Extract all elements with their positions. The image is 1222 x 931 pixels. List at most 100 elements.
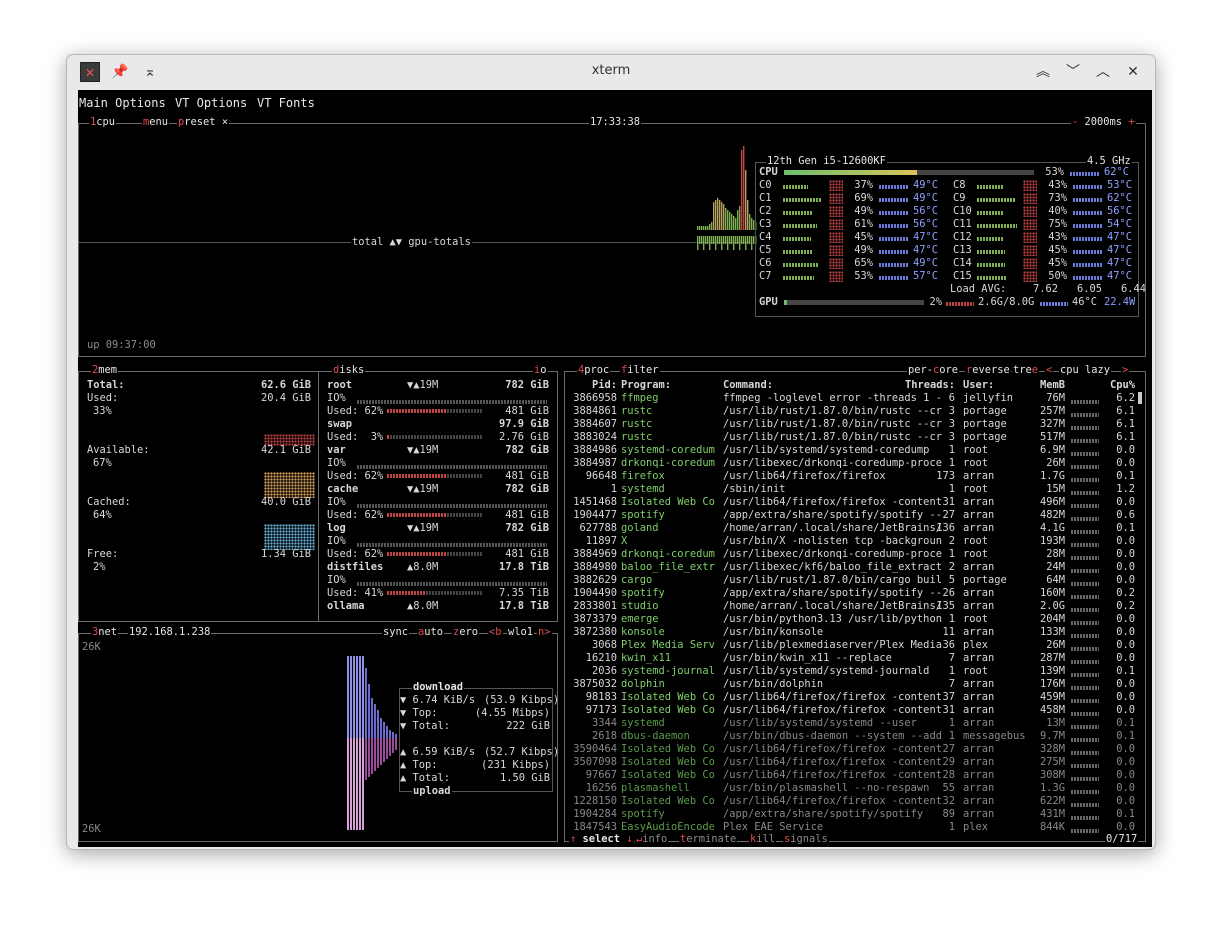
proc-header-command[interactable]: Command: [723, 379, 773, 392]
proc-mem: 24M [1046, 561, 1065, 573]
proc-program[interactable]: systemd [621, 483, 665, 496]
core-name: C5 [759, 244, 772, 256]
proc-program[interactable]: systemd-journal [621, 665, 715, 678]
proc-select[interactable]: ↑ select ↓ [569, 833, 634, 846]
download-title: download [412, 681, 465, 694]
proc-mem: 176M [1039, 678, 1065, 690]
proc-program[interactable]: systemd [621, 717, 665, 730]
proc-panel-title[interactable]: 4proc [577, 364, 611, 377]
proc-program[interactable]: Isolated Web Co [621, 691, 715, 704]
load-label: Load AVG: [950, 283, 1007, 295]
proc-program[interactable]: dbus-daemon [621, 730, 690, 743]
net-panel-title[interactable]: 3net [91, 626, 119, 639]
menu-main-options[interactable]: Main Options [79, 96, 166, 110]
proc-header-pid[interactable]: Pid: [567, 379, 617, 392]
cpu-preset-button[interactable]: preset × [177, 116, 230, 129]
proc-program[interactable]: Isolated Web Co [621, 756, 715, 769]
proc-sort-key[interactable]: cpu lazy [1059, 364, 1112, 377]
proc-program[interactable]: firefox [621, 470, 665, 483]
net-zero-toggle[interactable]: zero [452, 626, 480, 639]
proc-program[interactable]: Isolated Web Co [621, 769, 715, 782]
proc-sort-next[interactable]: > [1121, 364, 1130, 377]
net-auto-toggle[interactable]: auto [417, 626, 445, 639]
mem-cached-pct: 64% [93, 509, 112, 521]
net-download-bar [368, 684, 370, 738]
proc-program[interactable]: rustc [621, 405, 652, 418]
proc-terminate[interactable]: terminate [679, 833, 738, 846]
proc-program[interactable]: drkonqi-coredum [621, 457, 715, 470]
proc-mem-graph [1071, 569, 1099, 573]
proc-header-cpu[interactable]: Cpu% [1103, 379, 1135, 392]
proc-filter[interactable]: filter [620, 364, 660, 377]
keep-above-icon[interactable]: ︽ [1033, 62, 1053, 82]
proc-program[interactable]: goland [621, 522, 659, 535]
menu-vt-options[interactable]: VT Options [175, 96, 247, 110]
proc-program[interactable]: spotify [621, 587, 665, 600]
close-icon[interactable]: ✕ [1123, 62, 1143, 82]
mem-avail: 42.1 GiB [260, 444, 311, 456]
menu-vt-fonts[interactable]: VT Fonts [257, 96, 315, 110]
proc-pid: 96648 [585, 470, 617, 482]
up-top-label: Top: [412, 759, 438, 771]
proc-program[interactable]: emerge [621, 613, 659, 626]
proc-scrollbar[interactable] [1138, 392, 1142, 404]
net-next-iface[interactable]: n> [537, 626, 552, 639]
proc-program[interactable]: baloo_file_extr [621, 561, 715, 574]
core-temp: 49°C [913, 257, 939, 269]
proc-user: root [963, 457, 989, 469]
proc-program[interactable]: Plex Media Serv [621, 639, 715, 652]
proc-program[interactable]: rustc [621, 431, 652, 444]
proc-reverse-toggle[interactable]: reverse [965, 364, 1011, 377]
proc-info[interactable]: ↵info [635, 833, 669, 846]
proc-program[interactable]: spotify [621, 509, 665, 522]
proc-mem-graph [1071, 777, 1099, 781]
proc-header-user[interactable]: User: [963, 379, 994, 392]
mem-avail-graph [264, 472, 315, 498]
disks-io-toggle[interactable]: io [533, 364, 548, 377]
mem-panel-title[interactable]: 2mem [91, 364, 119, 377]
cpu-menu-button[interactable]: menu [142, 116, 170, 129]
proc-program[interactable]: kwin_x11 [621, 652, 671, 665]
gpu-graph-bar [739, 236, 741, 250]
core-graph [783, 198, 821, 202]
disks-panel-title[interactable]: disks [332, 364, 366, 377]
title-bar[interactable]: ✕ 📌 ⌅ xterm ︽ ﹀ ︿ ✕ [67, 55, 1155, 89]
proc-header-memb[interactable]: MemB [1025, 379, 1065, 392]
terminal-area[interactable]: Main Options VT Options VT Fonts 1cpu me… [78, 90, 1152, 847]
proc-program[interactable]: rustc [621, 418, 652, 431]
proc-program[interactable]: drkonqi-coredum [621, 548, 715, 561]
proc-program[interactable]: cargo [621, 574, 652, 587]
proc-header-threads[interactable]: Threads: [885, 379, 955, 392]
update-interval[interactable]: - 2000ms + [1071, 116, 1136, 129]
proc-program[interactable]: ffmpeg [621, 392, 659, 405]
proc-kill[interactable]: kill [749, 833, 777, 846]
proc-program[interactable]: Isolated Web Co [621, 496, 715, 509]
proc-program[interactable]: Isolated Web Co [621, 743, 715, 756]
proc-pid: 16256 [585, 782, 617, 794]
proc-tree-toggle[interactable]: tree [1012, 364, 1040, 377]
proc-program[interactable]: dolphin [621, 678, 665, 691]
net-prev-iface[interactable]: <b [488, 626, 503, 639]
proc-header-program[interactable]: Program: [621, 379, 671, 392]
proc-program[interactable]: Isolated Web Co [621, 704, 715, 717]
core-heat [829, 271, 843, 282]
proc-program[interactable]: konsole [621, 626, 665, 639]
core-temp: 54°C [1107, 218, 1133, 230]
proc-program[interactable]: studio [621, 600, 659, 613]
proc-threads: 1 [948, 483, 955, 495]
proc-program[interactable]: spotify [621, 808, 665, 821]
mem-cached-graph [264, 524, 315, 550]
proc-sort-prev[interactable]: < [1045, 364, 1054, 377]
proc-program[interactable]: Isolated Web Co [621, 795, 715, 808]
minimize-icon[interactable]: ﹀ [1063, 62, 1083, 82]
proc-program[interactable]: X [621, 535, 627, 548]
proc-program[interactable]: systemd-coredum [621, 444, 715, 457]
proc-signals[interactable]: signals [783, 833, 829, 846]
cpu-graph-bar [737, 210, 739, 230]
cpu-panel-title[interactable]: 1cpu [89, 116, 117, 129]
proc-pid: 3872380 [573, 626, 617, 638]
proc-pid: 3875032 [573, 678, 617, 690]
maximize-icon[interactable]: ︿ [1093, 62, 1113, 82]
proc-per-core-toggle[interactable]: per-core [907, 364, 960, 377]
proc-program[interactable]: plasmashell [621, 782, 690, 795]
